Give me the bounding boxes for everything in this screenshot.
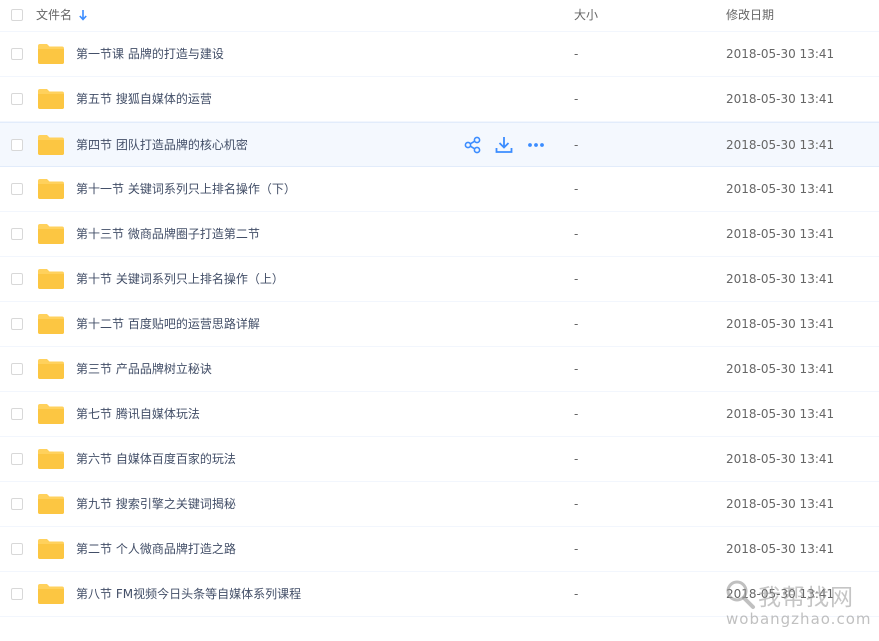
file-name[interactable]: 第九节 搜索引擎之关键词揭秘 [76, 482, 236, 526]
table-row[interactable]: 第四节 团队打造品牌的核心机密 - 2018-05-30 13:41 [0, 122, 879, 167]
download-icon[interactable] [494, 135, 514, 155]
row-checkbox[interactable] [11, 453, 23, 465]
folder-icon [37, 223, 65, 245]
arrow-down-icon[interactable] [79, 10, 87, 21]
table-row[interactable]: 第十二节 百度贴吧的运营思路详解 - 2018-05-30 13:41 [0, 302, 879, 347]
file-size: - [574, 227, 579, 241]
folder-icon [37, 493, 65, 515]
file-name[interactable]: 第十三节 微商品牌圈子打造第二节 [76, 212, 260, 256]
file-size: - [574, 407, 579, 421]
file-list: 第一节课 品牌的打造与建设 -2018-05-30 13:41 第五节 搜狐自媒体的… [0, 32, 879, 617]
table-row[interactable]: 第十三节 微商品牌圈子打造第二节 - 2018-05-30 13:41 [0, 212, 879, 257]
file-name[interactable]: 第一节课 品牌的打造与建设 [76, 32, 224, 76]
row-checkbox[interactable] [11, 48, 23, 60]
file-size: - [574, 452, 579, 466]
row-checkbox[interactable] [11, 228, 23, 240]
file-name[interactable]: 第十二节 百度贴吧的运营思路详解 [76, 302, 260, 346]
table-row[interactable]: 第十一节 关键词系列只上排名操作（下） - 2018-05-30 13:41 [0, 167, 879, 212]
row-checkbox[interactable] [11, 498, 23, 510]
file-size: - [574, 272, 579, 286]
file-size: - [574, 138, 579, 152]
file-date: 2018-05-30 13:41 [726, 587, 835, 601]
file-name[interactable]: 第四节 团队打造品牌的核心机密 [76, 123, 248, 167]
folder-icon [37, 134, 65, 156]
file-list-header: 文件名 大小 修改日期 [0, 0, 879, 32]
share-icon[interactable] [463, 135, 483, 155]
folder-icon [37, 583, 65, 605]
file-date: 2018-05-30 13:41 [726, 317, 835, 331]
row-checkbox[interactable] [11, 543, 23, 555]
folder-icon [37, 43, 65, 65]
row-checkbox[interactable] [11, 93, 23, 105]
table-row[interactable]: 第八节 FM视频今日头条等自媒体系列课程 - 2018-05-30 13:41 [0, 572, 879, 617]
folder-icon [37, 448, 65, 470]
row-checkbox[interactable] [11, 408, 23, 420]
file-date: 2018-05-30 13:41 [726, 138, 835, 152]
file-date: 2018-05-30 13:41 [726, 452, 835, 466]
file-name[interactable]: 第二节 个人微商品牌打造之路 [76, 527, 236, 571]
date-column-header[interactable]: 修改日期 [726, 0, 774, 30]
name-column-header[interactable]: 文件名 [36, 0, 87, 30]
folder-icon [37, 358, 65, 380]
file-name[interactable]: 第三节 产品品牌树立秘诀 [76, 347, 212, 391]
file-name[interactable]: 第八节 FM视频今日头条等自媒体系列课程 [76, 572, 301, 616]
table-row[interactable]: 第十节 关键词系列只上排名操作（上） - 2018-05-30 13:41 [0, 257, 879, 302]
table-row[interactable]: 第九节 搜索引擎之关键词揭秘 - 2018-05-30 13:41 [0, 482, 879, 527]
file-date: 2018-05-30 13:41 [726, 497, 835, 511]
file-size: - [574, 47, 579, 61]
file-date: 2018-05-30 13:41 [726, 362, 835, 376]
folder-icon [37, 538, 65, 560]
row-checkbox[interactable] [11, 318, 23, 330]
file-size: - [574, 542, 579, 556]
row-checkbox[interactable] [11, 363, 23, 375]
more-icon[interactable] [526, 135, 546, 155]
file-date: 2018-05-30 13:41 [726, 407, 835, 421]
file-name[interactable]: 第十一节 关键词系列只上排名操作（下） [76, 167, 296, 211]
file-name[interactable]: 第七节 腾讯自媒体玩法 [76, 392, 200, 436]
size-column-header[interactable]: 大小 [574, 0, 598, 30]
row-checkbox[interactable] [11, 588, 23, 600]
folder-icon [37, 88, 65, 110]
folder-icon [37, 178, 65, 200]
name-column-label: 文件名 [36, 8, 73, 22]
select-all-checkbox[interactable] [11, 9, 23, 21]
file-size: - [574, 362, 579, 376]
file-date: 2018-05-30 13:41 [726, 182, 835, 196]
row-checkbox[interactable] [11, 139, 23, 151]
row-checkbox[interactable] [11, 273, 23, 285]
file-name[interactable]: 第六节 自媒体百度百家的玩法 [76, 437, 236, 481]
row-checkbox[interactable] [11, 183, 23, 195]
table-row[interactable]: 第五节 搜狐自媒体的运营 - 2018-05-30 13:41 [0, 77, 879, 122]
file-date: 2018-05-30 13:41 [726, 227, 835, 241]
file-size: - [574, 587, 579, 601]
file-size: - [574, 317, 579, 331]
table-row[interactable]: 第二节 个人微商品牌打造之路 - 2018-05-30 13:41 [0, 527, 879, 572]
file-date: 2018-05-30 13:41 [726, 92, 835, 106]
file-date: 2018-05-30 13:41 [726, 272, 835, 286]
file-date: 2018-05-30 13:41 [726, 47, 835, 61]
table-row[interactable]: 第一节课 品牌的打造与建设 - 2018-05-30 13:41 [0, 32, 879, 77]
table-row[interactable]: 第三节 产品品牌树立秘诀 - 2018-05-30 13:41 [0, 347, 879, 392]
table-row[interactable]: 第七节 腾讯自媒体玩法 - 2018-05-30 13:41 [0, 392, 879, 437]
file-size: - [574, 182, 579, 196]
folder-icon [37, 403, 65, 425]
file-size: - [574, 497, 579, 511]
file-name[interactable]: 第五节 搜狐自媒体的运营 [76, 77, 212, 121]
table-row[interactable]: 第六节 自媒体百度百家的玩法 - 2018-05-30 13:41 [0, 437, 879, 482]
file-size: - [574, 92, 579, 106]
file-date: 2018-05-30 13:41 [726, 542, 835, 556]
folder-icon [37, 313, 65, 335]
file-name[interactable]: 第十节 关键词系列只上排名操作（上） [76, 257, 284, 301]
folder-icon [37, 268, 65, 290]
